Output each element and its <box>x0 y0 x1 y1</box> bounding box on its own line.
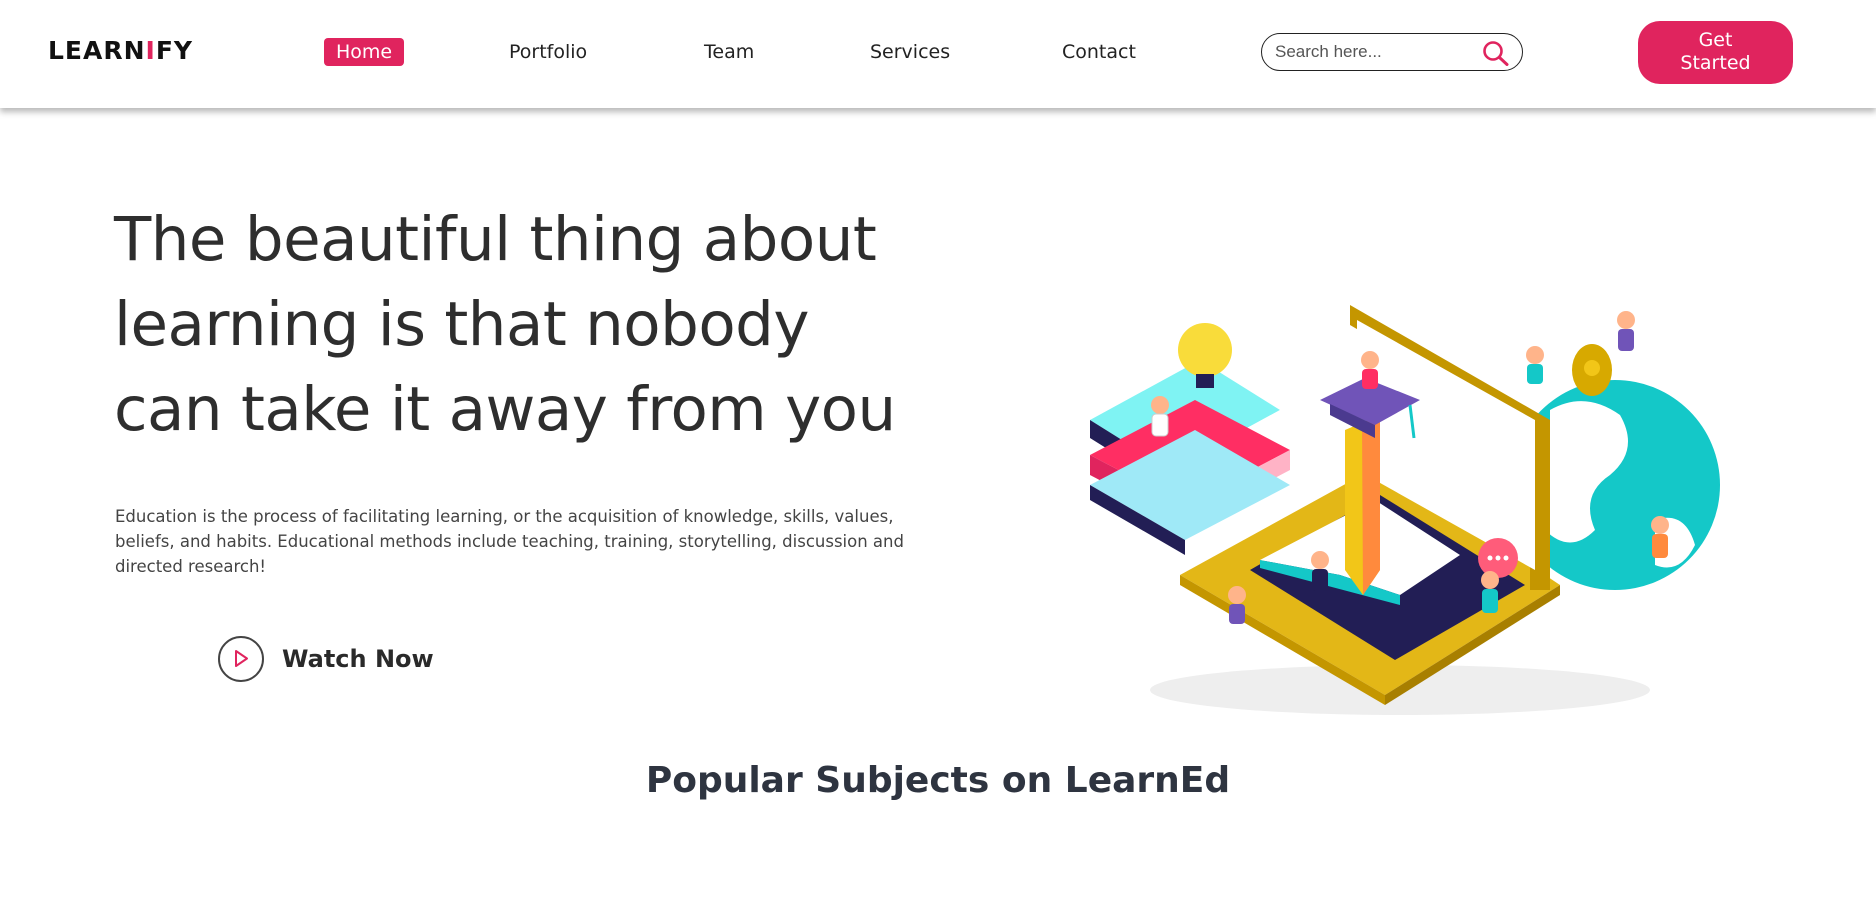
logo[interactable]: LEARNIFY <box>48 36 193 65</box>
description-line-1: Education is the process of facilitating… <box>115 507 894 526</box>
logo-text-accent: I <box>145 36 156 65</box>
logo-text-1: LEARN <box>48 36 146 65</box>
nav-home[interactable]: Home <box>324 38 405 66</box>
search-box <box>1261 33 1523 71</box>
nav-team[interactable]: Team <box>704 38 754 66</box>
search-input[interactable] <box>1275 40 1475 64</box>
site-header: LEARNIFY Home Portfolio Team Services Co… <box>0 0 1876 108</box>
hero-description: Education is the process of facilitating… <box>115 504 904 579</box>
nav-services[interactable]: Services <box>870 38 950 66</box>
hero-headline: The beautiful thing about learning is th… <box>114 197 914 452</box>
nav-contact[interactable]: Contact <box>1062 38 1136 66</box>
nav-portfolio[interactable]: Portfolio <box>509 38 587 66</box>
headline-line-2: learning is that nobody <box>114 289 809 360</box>
search-icon[interactable] <box>1482 40 1510 66</box>
description-line-3: directed research! <box>115 557 267 576</box>
headline-line-3: can take it away from you <box>114 374 896 445</box>
hero-illustration <box>1080 290 1740 730</box>
watch-now-label: Watch Now <box>282 645 434 673</box>
description-line-2: beliefs, and habits. Educational methods… <box>115 532 904 551</box>
section-title: Popular Subjects on LearnEd <box>645 760 1231 801</box>
get-started-line-1: Get <box>1698 29 1733 51</box>
get-started-button[interactable]: Get Started <box>1638 21 1793 84</box>
headline-line-1: The beautiful thing about <box>114 204 877 275</box>
play-icon <box>218 636 264 682</box>
get-started-line-2: Started <box>1680 52 1751 74</box>
logo-text-2: FY <box>155 36 194 65</box>
